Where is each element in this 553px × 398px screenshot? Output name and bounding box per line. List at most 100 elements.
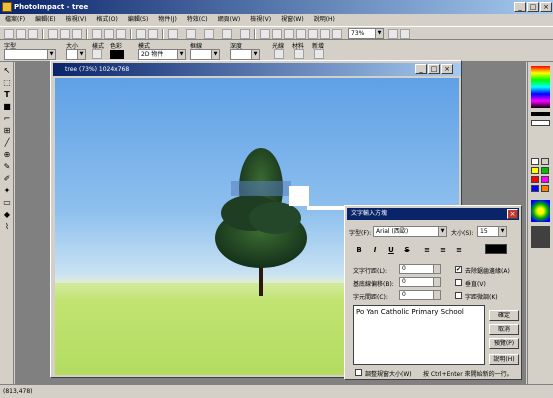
color-wheel-icon[interactable] [531,200,550,222]
redo-icon[interactable] [148,29,158,39]
material-icon[interactable] [294,49,304,59]
copy-icon[interactable] [104,29,114,39]
maximize-icon[interactable]: □ [527,2,539,12]
stroke-swatch[interactable] [531,112,550,116]
magenta-swatch[interactable] [541,176,549,183]
vertical-checkbox[interactable] [455,279,462,286]
depth-select[interactable]: ▼ [230,49,260,60]
size-select[interactable]: ▼ [66,49,86,60]
new-file-icon[interactable] [4,29,14,39]
line-tool-icon[interactable]: ╱ [2,138,12,148]
scan-icon[interactable] [72,29,82,39]
menu-item-7[interactable]: 網頁(W) [213,14,246,26]
tool-c-icon[interactable] [204,29,214,39]
print-icon[interactable] [48,29,58,39]
char-spacing-input[interactable]: 0 [399,290,441,300]
dialog-close-icon[interactable]: × [507,209,518,219]
eraser-tool-icon[interactable]: ▭ [2,198,12,208]
menu-item-3[interactable]: 格式(O) [91,14,122,26]
undo-icon[interactable] [136,29,146,39]
help-button[interactable]: 說明(H) [489,354,519,365]
antialias-checkbox[interactable]: ✔ [455,266,462,273]
gray-swatch[interactable] [541,158,549,165]
dialog-size-select[interactable]: 15 ▼ [477,226,507,237]
paint-tool-icon[interactable]: ✐ [2,174,12,184]
view-a-icon[interactable] [260,29,270,39]
tool-e-icon[interactable] [240,29,250,39]
strikethrough-icon[interactable]: S [401,243,413,255]
doc-close-icon[interactable]: × [441,64,453,74]
zoom-icon[interactable] [388,29,398,39]
tool-b-icon[interactable] [186,29,196,39]
ok-button[interactable]: 確定 [489,310,519,321]
help-pointer-icon[interactable] [400,29,410,39]
yellow-swatch[interactable] [531,167,539,174]
print-preview-icon[interactable] [60,29,70,39]
shape-tool-icon[interactable]: ■ [2,102,12,112]
menu-item-2[interactable]: 檢視(V) [61,14,92,26]
select-tool-icon[interactable]: ⬚ [2,78,12,88]
menu-item-6[interactable]: 特效(C) [182,14,213,26]
menu-item-9[interactable]: 視窗(W) [276,14,309,26]
text-color-swatch[interactable] [485,244,507,254]
align-left-icon[interactable]: ≡ [421,243,433,255]
mode-select[interactable]: 2D 物件 ▼ [138,49,186,60]
italic-icon[interactable]: I [369,243,381,255]
open-file-icon[interactable] [16,29,26,39]
align-right-icon[interactable]: ≡ [453,243,465,255]
baseline-offset-input[interactable]: 0 [399,277,441,287]
view-g-icon[interactable] [332,29,342,39]
border-select[interactable]: ▼ [190,49,220,60]
menu-item-1[interactable]: 編輯(E) [30,14,60,26]
view-d-icon[interactable] [296,29,306,39]
resize-window-checkbox[interactable] [355,369,362,376]
menu-item-10[interactable]: 說明(H) [309,14,340,26]
align-center-icon[interactable]: ≡ [437,243,449,255]
view-f-icon[interactable] [320,29,330,39]
kerning-checkbox[interactable] [455,292,462,299]
dialog-font-select[interactable]: Arial (西歐) ▼ [373,226,447,237]
new-object-icon[interactable] [314,49,324,59]
transform-tool-icon[interactable]: ⊞ [2,126,12,136]
bold-icon[interactable]: B [353,243,365,255]
brush-panel-icon[interactable] [531,226,550,248]
cancel-button[interactable]: 取消 [489,324,519,335]
light-icon[interactable] [274,49,284,59]
pick-tool-icon[interactable]: ↖ [2,66,12,76]
save-icon[interactable] [28,29,38,39]
crop-tool-icon[interactable]: ⌐ [2,114,12,124]
text-tool-icon[interactable]: T [2,90,12,100]
menu-item-5[interactable]: 物件(J) [153,14,181,26]
doc-maximize-icon[interactable]: □ [428,64,440,74]
cut-icon[interactable] [92,29,102,39]
tool-a-icon[interactable] [168,29,178,39]
menu-item-4[interactable]: 編輯(S) [123,14,154,26]
style-icon[interactable] [92,49,102,59]
panel-item-icon[interactable] [531,120,550,126]
line-spacing-input[interactable]: 0 [399,264,441,274]
red-swatch[interactable] [531,176,539,183]
eyedropper-tool-icon[interactable]: ✎ [2,162,12,172]
zoom-select[interactable]: 73% ▼ [348,28,384,39]
minimize-icon[interactable]: _ [514,2,526,12]
orange-swatch[interactable] [541,185,549,192]
view-b-icon[interactable] [272,29,282,39]
doc-minimize-icon[interactable]: _ [415,64,427,74]
preview-button[interactable]: 預覽(P) [489,338,519,349]
text-input-area[interactable]: Po Yan Catholic Primary School [353,305,485,365]
font-select[interactable]: ▼ [4,49,56,60]
tool-d-icon[interactable] [222,29,232,39]
path-tool-icon[interactable]: ⌇ [2,222,12,232]
white-swatch[interactable] [531,158,539,165]
view-e-icon[interactable] [308,29,318,39]
close-icon[interactable]: × [540,2,552,12]
clone-tool-icon[interactable]: ✦ [2,186,12,196]
blue-swatch[interactable] [531,185,539,192]
view-c-icon[interactable] [284,29,294,39]
paste-icon[interactable] [116,29,126,39]
fill-tool-icon[interactable]: ◆ [2,210,12,220]
color-swatch[interactable] [110,50,124,59]
underline-icon[interactable]: U [385,243,397,255]
menu-item-8[interactable]: 檢視(V) [245,14,276,26]
menu-item-0[interactable]: 檔案(F) [0,14,30,26]
